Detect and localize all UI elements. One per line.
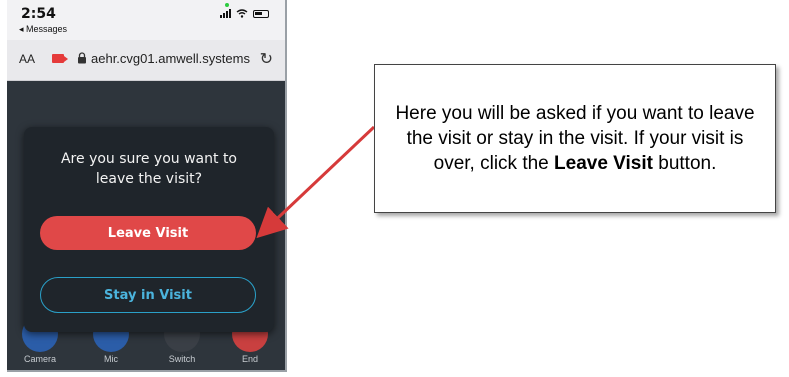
status-icons <box>220 9 269 18</box>
leave-visit-button[interactable]: Leave Visit <box>40 216 256 250</box>
camera-in-use-icon[interactable] <box>52 54 68 63</box>
callout-text-end: button. <box>652 153 717 174</box>
wifi-icon <box>236 9 248 18</box>
annotated-screenshot: 2:54 ◂ Messages AA aehr.cvg01.amwell.sys… <box>0 0 789 377</box>
leave-visit-dialog: Are you sure you want to leave the visit… <box>24 127 274 332</box>
stay-in-visit-button[interactable]: Stay in Visit <box>40 277 256 313</box>
lock-icon <box>78 52 86 64</box>
text-size-button[interactable]: AA <box>19 52 35 66</box>
dialog-title: Are you sure you want to leave the visit… <box>60 151 237 187</box>
back-to-messages-link[interactable]: ◂ Messages <box>19 24 67 35</box>
status-bar: 2:54 ◂ Messages <box>7 0 285 40</box>
end-control-label: End <box>241 354 258 364</box>
signal-icon <box>220 9 231 18</box>
battery-icon <box>253 10 269 18</box>
instruction-callout: Here you will be asked if you want to le… <box>374 64 776 213</box>
reload-icon[interactable]: ↻ <box>260 49 273 69</box>
url-text[interactable]: aehr.cvg01.amwell.systems <box>91 51 250 66</box>
callout-bold-button-name: Leave Visit <box>554 153 653 174</box>
switch-control-label: Switch <box>168 354 196 364</box>
browser-address-bar: AA aehr.cvg01.amwell.systems ↻ <box>7 40 285 81</box>
camera-control-label: Camera <box>23 354 56 364</box>
mic-control-label: Mic <box>104 354 118 364</box>
status-time: 2:54 <box>21 6 56 22</box>
callout-text: Here you will be asked if you want to le… <box>389 101 761 176</box>
phone-screenshot: 2:54 ◂ Messages AA aehr.cvg01.amwell.sys… <box>7 0 287 372</box>
mic-indicator-dot <box>225 3 229 7</box>
